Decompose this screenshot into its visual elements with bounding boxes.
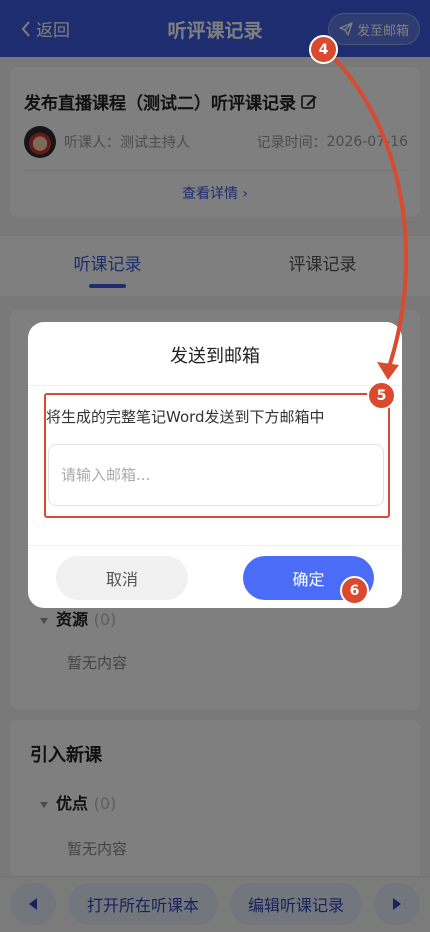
dialog-title: 发送到邮箱 (170, 346, 260, 367)
annotation-badge-5: 5 (367, 381, 396, 410)
divider (28, 545, 402, 546)
email-input[interactable] (48, 444, 384, 506)
send-email-dialog: 发送到邮箱 将生成的完整笔记Word发送到下方邮箱中 取消 确定 (28, 322, 402, 608)
annotation-badge-4: 4 (309, 35, 338, 64)
annotation-badge-6: 6 (340, 576, 369, 605)
divider (28, 385, 402, 386)
dialog-description: 将生成的完整笔记Word发送到下方邮箱中 (46, 408, 325, 426)
cancel-button[interactable]: 取消 (56, 556, 188, 600)
